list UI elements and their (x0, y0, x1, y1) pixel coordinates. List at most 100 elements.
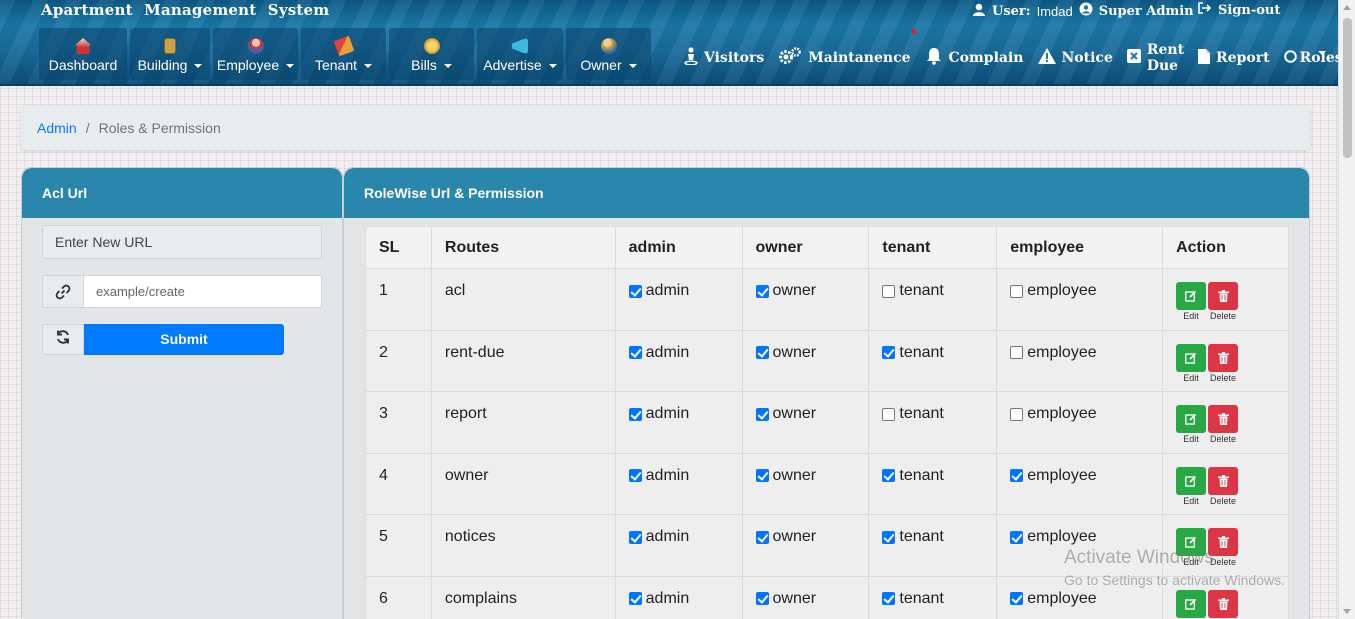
nav-roles[interactable]: Roles (1283, 49, 1343, 67)
house-icon (75, 38, 91, 54)
checkbox-checked-icon[interactable] (628, 346, 642, 359)
checkbox-unchecked-icon[interactable] (1010, 284, 1024, 298)
nav-bills[interactable]: Bills (389, 28, 474, 80)
checkbox-unchecked-icon[interactable] (882, 407, 896, 421)
admin-permission-checkbox[interactable]: admin (628, 282, 742, 300)
checkbox-checked-icon[interactable] (755, 284, 769, 298)
signout-link[interactable]: Sign-out (1198, 2, 1280, 18)
employee-permission-checkbox[interactable]: employee (1010, 405, 1162, 423)
edit-button[interactable] (1176, 466, 1207, 495)
tenant-permission-checkbox[interactable]: tenant (882, 405, 996, 423)
nav-visitors[interactable]: Visitors (684, 47, 764, 69)
nav-owner[interactable]: Owner (566, 28, 651, 80)
checkbox-checked-icon[interactable] (628, 592, 642, 605)
owner-permission-checkbox[interactable]: owner (755, 344, 869, 362)
admin-permission-checkbox[interactable]: admin (628, 405, 742, 423)
edit-icon (1185, 352, 1197, 364)
close-box-icon (1126, 49, 1141, 67)
delete-label: Delete (1210, 495, 1237, 506)
employee-permission-checkbox[interactable]: employee (1010, 344, 1162, 362)
signout-label: Sign-out (1218, 2, 1281, 18)
nav-report[interactable]: Report (1198, 48, 1270, 68)
tenant-permission-checkbox[interactable]: tenant (882, 528, 996, 546)
new-url-field[interactable]: Enter New URL (42, 225, 322, 259)
checkbox-checked-icon[interactable] (755, 469, 769, 482)
table-row: 5 notices admin owner tenant employee Edit Dele… (365, 514, 1289, 577)
employee-permission-checkbox[interactable]: employee (1010, 467, 1162, 485)
refresh-button[interactable] (42, 324, 84, 355)
delete-button[interactable] (1208, 282, 1239, 310)
delete-button[interactable] (1208, 528, 1239, 556)
nav-maintenance[interactable]: Maintanence (778, 47, 911, 69)
owner-permission-checkbox[interactable]: owner (755, 282, 869, 300)
checkbox-checked-icon[interactable] (755, 346, 769, 359)
page-scrollbar[interactable] (1338, 0, 1355, 619)
checkbox-checked-icon[interactable] (882, 530, 896, 544)
admin-permission-checkbox[interactable]: admin (628, 528, 742, 546)
tenant-permission-checkbox[interactable]: tenant (882, 590, 996, 608)
edit-button[interactable] (1176, 343, 1207, 372)
checkbox-checked-icon[interactable] (628, 407, 642, 421)
checkbox-unchecked-icon[interactable] (1010, 407, 1024, 421)
checkbox-unchecked-icon[interactable] (1010, 346, 1024, 359)
delete-button[interactable] (1208, 466, 1239, 495)
trash-icon (1217, 413, 1229, 425)
checkbox-checked-icon[interactable] (628, 284, 642, 298)
tenant-permission-checkbox[interactable]: tenant (882, 467, 996, 485)
checkbox-checked-icon[interactable] (1010, 530, 1024, 544)
owner-permission-checkbox[interactable]: owner (755, 467, 869, 485)
cell-route: complains (430, 575, 616, 619)
checkbox-checked-icon[interactable] (755, 407, 769, 421)
col-employee: employee (996, 226, 1164, 269)
nav-employee[interactable]: Employee (213, 28, 298, 80)
chevron-down-icon (628, 64, 637, 69)
tenant-permission-checkbox[interactable]: tenant (882, 344, 996, 362)
nav-building[interactable]: Building (130, 28, 210, 80)
employee-permission-checkbox[interactable]: employee (1010, 282, 1162, 300)
admin-permission-checkbox[interactable]: admin (628, 467, 742, 485)
nav-label: Tenant (315, 57, 373, 73)
checkbox-checked-icon[interactable] (1010, 592, 1024, 605)
delete-button[interactable] (1208, 405, 1239, 433)
tenant-permission-checkbox[interactable]: tenant (882, 282, 996, 300)
nav-dashboard[interactable]: Dashboard (39, 28, 127, 80)
edit-button[interactable] (1176, 282, 1207, 310)
nav-rent-due[interactable]: Rent Due (1126, 42, 1184, 74)
checkbox-unchecked-icon[interactable] (882, 284, 896, 298)
admin-permission-checkbox[interactable]: admin (628, 344, 742, 362)
scroll-up-arrow[interactable] (1343, 5, 1351, 10)
scroll-thumb[interactable] (1343, 18, 1352, 158)
nav-tenant[interactable]: Tenant (301, 28, 386, 80)
checkbox-checked-icon[interactable] (882, 469, 896, 482)
more-menu-caret[interactable] (1318, 51, 1326, 55)
url-input[interactable] (84, 275, 322, 308)
chevron-down-icon (194, 64, 203, 69)
employee-permission-checkbox[interactable]: employee (1010, 528, 1162, 546)
edit-button[interactable] (1176, 405, 1207, 433)
checkbox-checked-icon[interactable] (628, 469, 642, 482)
nav-notice[interactable]: Notice (1037, 48, 1113, 68)
delete-button[interactable] (1208, 343, 1239, 372)
delete-button[interactable] (1208, 589, 1239, 618)
admin-permission-checkbox[interactable]: admin (628, 590, 742, 608)
employee-permission-checkbox[interactable]: employee (1010, 590, 1162, 608)
building-icon (164, 38, 176, 54)
checkbox-checked-icon[interactable] (755, 530, 769, 544)
scroll-down-arrow[interactable] (1343, 609, 1351, 614)
edit-button[interactable] (1176, 589, 1207, 618)
nav-advertise[interactable]: Advertise (477, 28, 563, 80)
breadcrumb-admin[interactable]: Admin (37, 120, 77, 136)
checkbox-checked-icon[interactable] (1010, 469, 1024, 482)
checkbox-checked-icon[interactable] (628, 530, 642, 544)
edit-button[interactable] (1176, 528, 1207, 556)
megaphone-icon (512, 38, 528, 54)
action-buttons: Edit Delete (1176, 343, 1288, 383)
nav-complain[interactable]: Complain (925, 47, 1024, 69)
owner-permission-checkbox[interactable]: owner (755, 405, 869, 423)
checkbox-checked-icon[interactable] (755, 592, 769, 605)
submit-button[interactable]: Submit (84, 324, 284, 355)
checkbox-checked-icon[interactable] (882, 592, 896, 605)
owner-permission-checkbox[interactable]: owner (755, 528, 869, 546)
owner-permission-checkbox[interactable]: owner (755, 590, 869, 608)
checkbox-checked-icon[interactable] (882, 346, 896, 359)
